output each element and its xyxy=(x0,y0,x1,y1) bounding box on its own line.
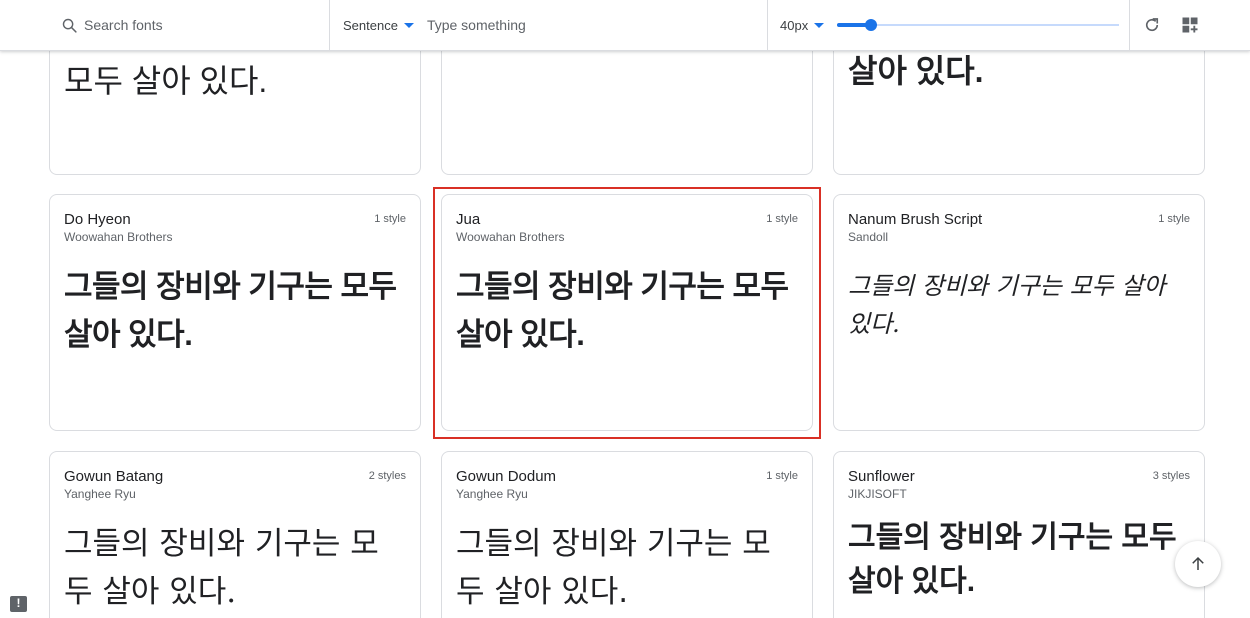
preview-text-input[interactable]: Type something xyxy=(427,17,526,33)
font-author: Yanghee Ryu xyxy=(456,487,528,501)
font-size-select[interactable]: 40px xyxy=(780,17,825,33)
font-author: Woowahan Brothers xyxy=(456,230,565,244)
font-size-controls: 40px xyxy=(768,0,1130,50)
refresh-icon xyxy=(1145,18,1159,32)
back-to-top-button[interactable] xyxy=(1175,541,1221,587)
refresh-button[interactable] xyxy=(1142,15,1162,35)
font-card-do-hyeon[interactable]: Do Hyeon Woowahan Brothers 1 style 그들의 장… xyxy=(49,194,421,431)
toolbar: Search fonts Sentence Type something 40p… xyxy=(0,0,1250,51)
preview-controls: Sentence Type something xyxy=(330,0,768,50)
arrow-up-icon xyxy=(1192,556,1204,570)
font-name: Jua xyxy=(456,211,481,228)
search-box[interactable]: Search fonts xyxy=(0,0,330,50)
preview-mode-label: Sentence xyxy=(343,17,398,33)
font-card-gowun-dodum[interactable]: Gowun Dodum Yanghee Ryu 1 style 그들의 장비와 … xyxy=(441,451,813,618)
font-sample: 그들의 장비와 기구는 모두 살아 있다. xyxy=(848,521,1177,598)
font-style-count: 1 style xyxy=(766,213,798,225)
font-sample: 그들의 장비와 기구는 모두 살아 있다. xyxy=(456,526,771,610)
font-style-count: 1 style xyxy=(766,470,798,482)
font-style-count: 2 styles xyxy=(368,470,406,482)
font-size-label: 40px xyxy=(780,17,809,33)
font-sample: 살아 있다. xyxy=(848,53,984,89)
font-style-count: 1 style xyxy=(1158,213,1190,225)
font-name: Gowun Dodum xyxy=(456,468,557,485)
caret-down-icon xyxy=(403,22,414,28)
feedback-icon[interactable]: ! xyxy=(10,596,27,612)
font-card-sunflower[interactable]: Sunflower JIKJISOFT 3 styles 그들의 장비와 기구는… xyxy=(833,451,1205,618)
font-sample: 그들의 장비와 기구는 모두 살아 있다. xyxy=(456,269,789,352)
font-sample: 그들의 장비와 기구는 모두 살아 있다. xyxy=(848,272,1166,338)
font-name: Gowun Batang xyxy=(64,468,164,485)
font-sample: 그들의 장비와 기구는 모두 살아 있다. xyxy=(64,269,397,352)
font-style-count: 3 styles xyxy=(1152,470,1190,482)
search-icon xyxy=(62,18,77,33)
font-name: Sunflower xyxy=(848,468,915,485)
preview-mode-select[interactable]: Sentence xyxy=(343,18,414,33)
font-card-jua[interactable]: Jua Woowahan Brothers 1 style 그들의 장비와 기구… xyxy=(441,194,813,431)
caret-down-icon xyxy=(814,22,825,28)
font-style-count: 1 style xyxy=(374,213,406,225)
font-author: Sandoll xyxy=(848,230,889,244)
add-grid-icon xyxy=(1182,17,1198,33)
search-input[interactable]: Search fonts xyxy=(84,17,163,33)
font-author: Woowahan Brothers xyxy=(64,230,173,244)
slider-thumb[interactable] xyxy=(865,19,878,31)
slider-track xyxy=(837,24,1120,26)
toolbar-actions xyxy=(1130,0,1250,50)
font-size-slider[interactable] xyxy=(837,15,1120,35)
font-author: JIKJISOFT xyxy=(848,487,907,501)
grid-view-button[interactable] xyxy=(1180,15,1200,35)
font-card-nanum-brush-script[interactable]: Nanum Brush Script Sandoll 1 style 그들의 장… xyxy=(833,194,1205,431)
font-sample: 모두 살아 있다. xyxy=(64,63,268,99)
font-name: Do Hyeon xyxy=(64,211,131,228)
font-name: Nanum Brush Script xyxy=(848,211,983,228)
font-author: Yanghee Ryu xyxy=(64,487,136,501)
font-card-gowun-batang[interactable]: Gowun Batang Yanghee Ryu 2 styles 그들의 장비… xyxy=(49,451,421,618)
font-sample: 그들의 장비와 기구는 모두 살아 있다. xyxy=(64,526,379,610)
